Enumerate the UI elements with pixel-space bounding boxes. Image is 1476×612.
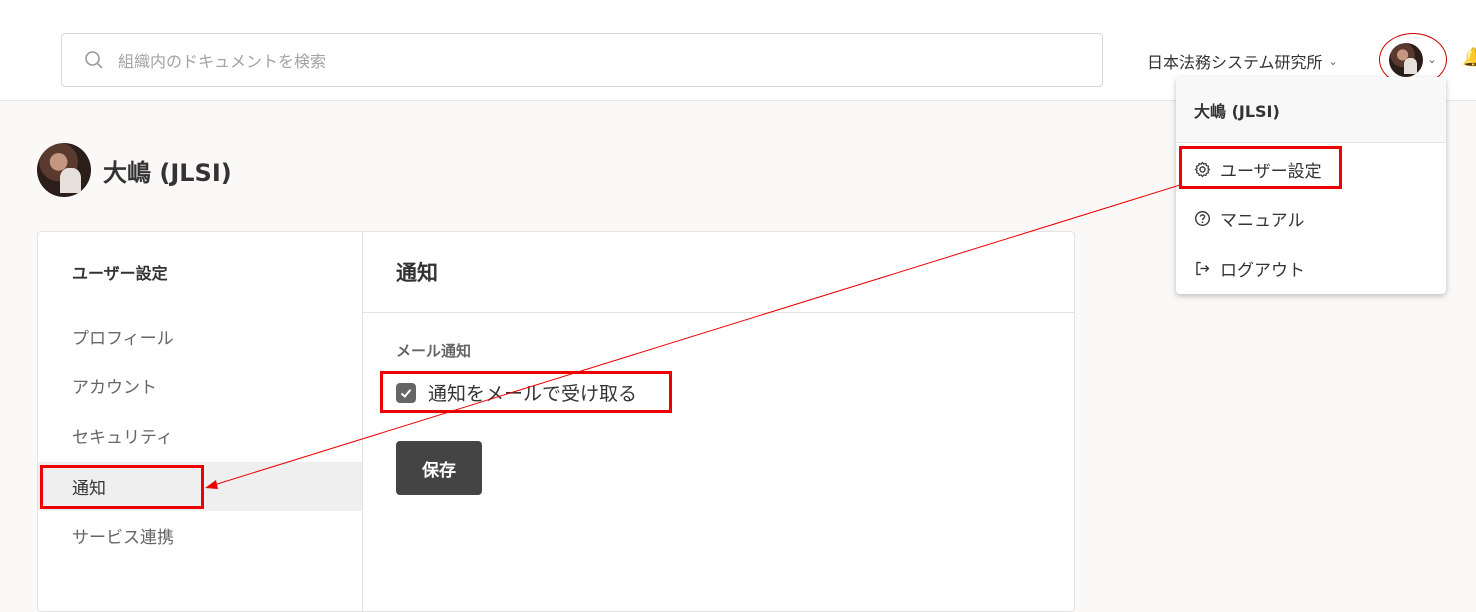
email-notification-checkbox[interactable]: 通知をメールで受け取る [396, 379, 637, 406]
profile-header: 大嶋 (JLSI) [37, 143, 232, 197]
menu-item-label: ログアウト [1220, 261, 1305, 281]
email-notification-label: メール通知 [396, 342, 472, 360]
user-dropdown-menu: 大嶋 (JLSI) ユーザー設定 マニュアル ログアウト [1176, 77, 1446, 294]
sidebar-item-integrations[interactable]: サービス連携 [38, 511, 362, 560]
sidebar-item-notifications[interactable]: 通知 [38, 462, 362, 511]
sidebar-title: ユーザー設定 [72, 264, 168, 283]
page-title: 大嶋 (JLSI) [103, 158, 232, 187]
avatar [37, 143, 91, 197]
sidebar-item-account[interactable]: アカウント [38, 361, 362, 410]
menu-item-manual[interactable]: マニュアル [1194, 206, 1305, 231]
search-placeholder: 組織内のドキュメントを検索 [118, 52, 327, 71]
settings-panel: ユーザー設定 プロフィール アカウント セキュリティ 通知 サービス連携 通知 … [37, 231, 1075, 612]
section-title: 通知 [396, 261, 438, 285]
chevron-down-icon: ⌄ [1328, 54, 1338, 68]
search-input[interactable]: 組織内のドキュメントを検索 [61, 33, 1103, 87]
logout-icon [1196, 261, 1210, 276]
avatar [1389, 42, 1424, 77]
checkbox-label[interactable]: 通知をメールで受け取る [428, 379, 637, 406]
organization-switcher[interactable]: 日本法務システム研究所 ⌄ [1147, 49, 1338, 73]
sidebar-item-profile[interactable]: プロフィール [38, 312, 362, 361]
search-icon [85, 51, 103, 69]
sidebar-item-security[interactable]: セキュリティ [38, 411, 362, 460]
gear-icon [1194, 161, 1211, 178]
section-header: 通知 [363, 232, 1074, 313]
menu-item-logout[interactable]: ログアウト [1194, 256, 1305, 281]
menu-item-user-settings[interactable]: ユーザー設定 [1194, 157, 1322, 182]
organization-name: 日本法務システム研究所 [1147, 53, 1323, 72]
help-circle-icon [1195, 211, 1210, 226]
save-button[interactable]: 保存 [396, 441, 482, 495]
bell-icon[interactable]: 🔔 [1462, 47, 1476, 68]
checkbox-checked-icon[interactable] [396, 382, 416, 403]
settings-sidebar: ユーザー設定 プロフィール アカウント セキュリティ 通知 サービス連携 [38, 232, 363, 611]
chevron-down-icon: ⌄ [1427, 53, 1437, 66]
menu-item-label: マニュアル [1220, 211, 1305, 231]
menu-item-label: ユーザー設定 [1220, 162, 1322, 182]
dropdown-user-name: 大嶋 (JLSI) [1176, 77, 1446, 143]
